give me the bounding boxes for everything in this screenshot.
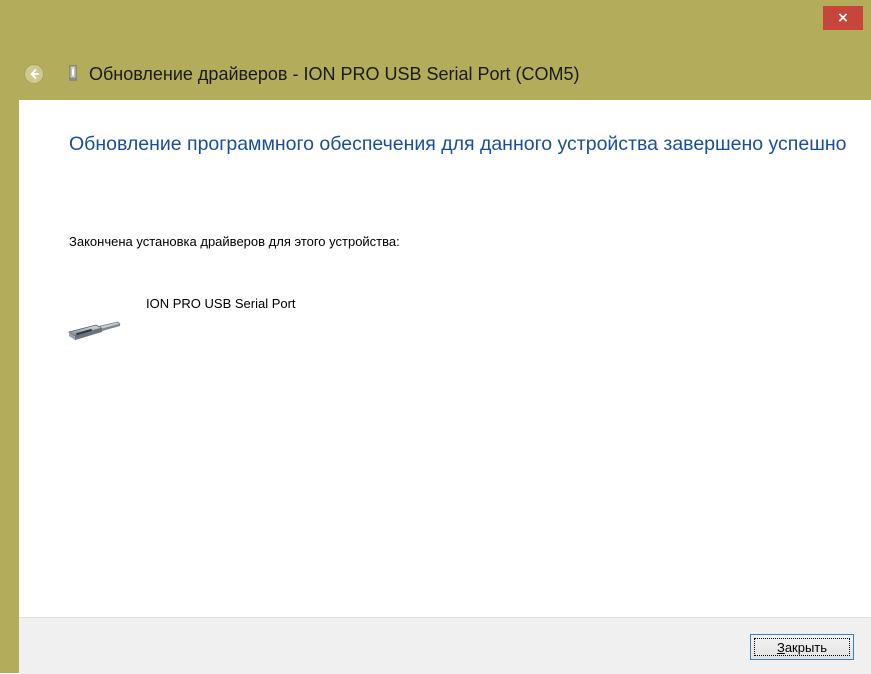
- close-label-rest: акрыть: [784, 639, 828, 655]
- device-name: ION PRO USB Serial Port: [146, 296, 296, 311]
- serial-port-device-icon: [68, 321, 121, 340]
- close-icon: ×: [837, 10, 849, 26]
- driver-update-window: × Обновление драйверов - ION PRO USB Ser…: [0, 0, 871, 674]
- main-heading: Обновление программного обеспечения для …: [69, 133, 847, 155]
- back-button[interactable]: [24, 64, 44, 84]
- footer-bar: Закрыть: [19, 617, 871, 674]
- usb-device-icon: [69, 65, 77, 81]
- wizard-header: Обновление драйверов - ION PRO USB Seria…: [0, 52, 871, 100]
- title-bar[interactable]: ×: [0, 0, 871, 36]
- content-panel: Обновление программного обеспечения для …: [19, 100, 871, 617]
- install-complete-text: Закончена установка драйверов для этого …: [69, 234, 400, 249]
- close-button[interactable]: Закрыть: [750, 634, 854, 660]
- wizard-title: Обновление драйверов - ION PRO USB Seria…: [89, 64, 580, 84]
- close-accesskey: З: [776, 639, 785, 655]
- back-arrow-icon: [30, 69, 39, 79]
- window-close-button[interactable]: ×: [823, 6, 863, 30]
- close-button-label: Закрыть: [777, 640, 827, 655]
